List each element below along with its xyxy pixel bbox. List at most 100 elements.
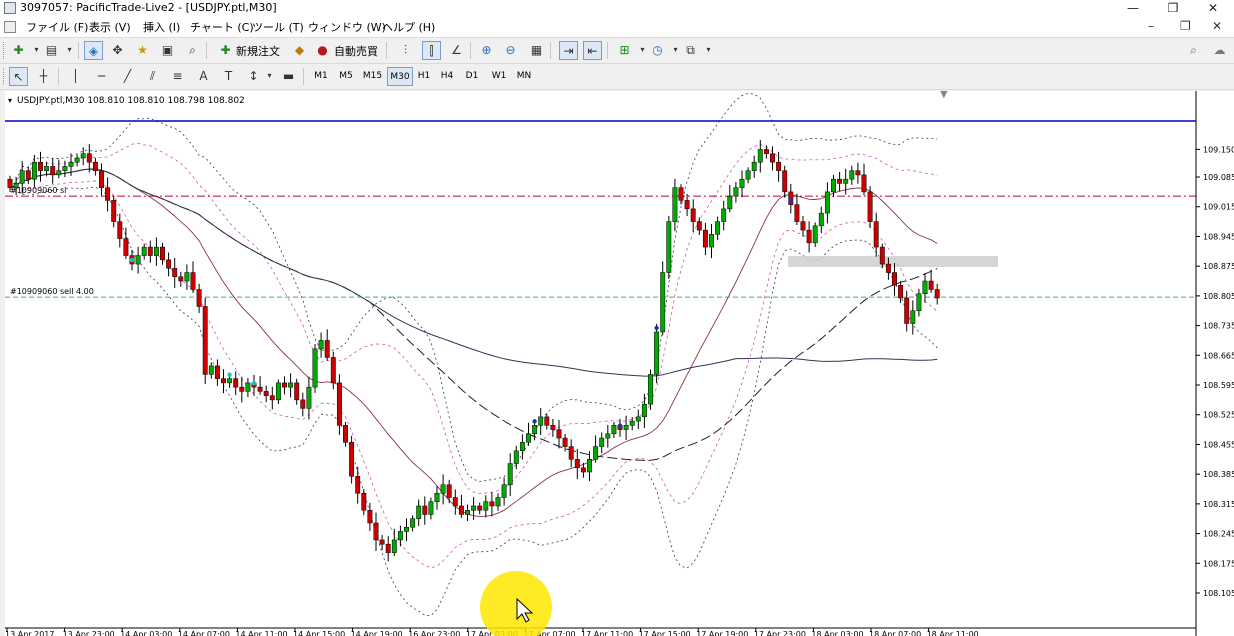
candle-body <box>239 386 245 392</box>
candle-body <box>776 161 782 171</box>
candle-body <box>458 505 464 515</box>
minimize-button[interactable]: — <box>1118 0 1148 17</box>
crosshair-icon[interactable]: ┼ <box>34 67 53 86</box>
timeframe-w1[interactable]: W1 <box>489 67 509 86</box>
rectangle-icon[interactable]: ▬ <box>279 67 298 86</box>
candle-body <box>44 166 50 171</box>
chart-shift-icon[interactable]: ⇤ <box>583 41 602 60</box>
menu-view[interactable]: 表示 (V) <box>89 19 131 35</box>
candle-body <box>861 174 867 193</box>
candle-body <box>385 543 391 553</box>
candle-body <box>282 382 287 388</box>
timeframe-m1[interactable]: M1 <box>310 67 332 86</box>
horizontal-line-icon[interactable]: ─ <box>92 67 111 86</box>
menu-tools[interactable]: ツール (T) <box>252 19 304 35</box>
new-order-icon[interactable]: ✚ <box>216 41 235 60</box>
close-button[interactable]: ✕ <box>1198 0 1228 17</box>
menu-file[interactable]: ファイル (F) <box>26 19 88 35</box>
zoom-in-icon[interactable]: ⊕ <box>477 41 496 60</box>
candle-body <box>440 484 446 494</box>
candle-body <box>99 170 104 188</box>
candle-body <box>141 246 147 256</box>
zoom-out-icon[interactable]: ⊖ <box>501 41 520 60</box>
chat-icon[interactable]: ☁ <box>1210 41 1229 60</box>
price-tick-label: 108.735 <box>1203 322 1234 331</box>
terminal-icon[interactable]: ▣ <box>158 41 177 60</box>
candle-body <box>623 425 629 430</box>
market-watch-icon[interactable]: ◈ <box>84 41 103 60</box>
window-title: 3097057: PacificTrade-Live2 - [USDJPY.pt… <box>20 1 277 14</box>
candle-body <box>428 501 434 515</box>
cursor-icon[interactable]: ↖ <box>9 67 28 86</box>
menu-insert[interactable]: 挿入 (I) <box>143 19 180 35</box>
new-order-button[interactable]: 新規注文 <box>236 43 280 59</box>
mdi-close-button[interactable]: ✕ <box>1212 19 1222 33</box>
timeframe-m5[interactable]: M5 <box>335 67 357 86</box>
candle-body <box>892 272 897 286</box>
mdi-minimize-button[interactable]: – <box>1148 19 1154 33</box>
menu-help[interactable]: ヘルプ (H) <box>382 19 435 35</box>
trendline-icon[interactable]: ╱ <box>118 67 137 86</box>
candle-body <box>934 289 940 299</box>
candle-body <box>410 518 416 528</box>
line-chart-icon[interactable]: ∠ <box>447 41 466 60</box>
price-tick-label: 108.455 <box>1203 440 1234 449</box>
timeframe-mn[interactable]: MN <box>513 67 535 86</box>
auto-trading-button[interactable]: 自動売買 <box>334 43 378 59</box>
candle-body <box>824 191 830 214</box>
profiles-icon[interactable]: ▤ <box>42 41 61 60</box>
order-lines: 109.217#10909060 sl#10909060 sell 4.0010… <box>5 115 1234 304</box>
candle-body <box>123 238 129 256</box>
timeframe-m30[interactable]: M30 <box>387 67 413 86</box>
fibonacci-icon[interactable]: ≡ <box>168 67 187 86</box>
candle-body <box>202 306 208 375</box>
candle-body <box>263 391 269 396</box>
time-tick-label: 18 Apr 11:00 <box>927 630 979 636</box>
candle-body <box>367 509 373 524</box>
vertical-line-icon[interactable]: │ <box>66 67 85 86</box>
candle-body <box>391 539 397 553</box>
text-icon[interactable]: A <box>194 67 213 86</box>
timeframe-h1[interactable]: H1 <box>415 67 433 86</box>
restore-button[interactable]: ❐ <box>1158 0 1188 17</box>
menu-window[interactable]: ウィンドウ (W) <box>308 19 386 35</box>
candle-body <box>160 246 165 261</box>
metaeditor-icon[interactable]: ◆ <box>290 41 309 60</box>
candle-body <box>31 161 37 180</box>
candle-body <box>709 234 714 248</box>
channel-icon[interactable]: ⫽ <box>143 67 162 86</box>
menu-chart[interactable]: チャート (C) <box>190 19 254 35</box>
new-chart-icon[interactable]: ✚ <box>9 41 28 60</box>
navigator-icon[interactable]: ✥ <box>108 41 127 60</box>
price-chart[interactable]: 109.217#10909060 sl#10909060 sell 4.0010… <box>5 91 1234 636</box>
chart-window[interactable]: 109.217#10909060 sl#10909060 sell 4.0010… <box>5 91 1234 636</box>
timeframe-h4[interactable]: H4 <box>438 67 456 86</box>
indicators-icon[interactable]: ⊞ <box>615 41 634 60</box>
candlestick-icon[interactable]: ⫿ <box>422 41 441 60</box>
dropdown-arrow-icon[interactable]: ▾ <box>60 41 79 60</box>
dropdown-arrow-icon[interactable]: ▾ <box>699 41 718 60</box>
candle-body <box>757 149 763 163</box>
bar-chart-icon[interactable]: ⫶ <box>396 41 415 60</box>
strategy-tester-icon[interactable]: ⌕ <box>183 41 202 60</box>
tile-windows-icon[interactable]: ▦ <box>527 41 546 60</box>
timeframe-m15[interactable]: M15 <box>359 67 386 86</box>
search-icon[interactable]: ⌕ <box>1184 41 1203 60</box>
dropdown-arrow-icon[interactable]: ▾ <box>260 67 279 86</box>
favorites-star-icon[interactable]: ★ <box>133 41 152 60</box>
auto-scroll-icon[interactable]: ⇥ <box>559 41 578 60</box>
auto-trading-icon[interactable]: ● <box>313 41 332 60</box>
templates-icon[interactable]: ⧉ <box>681 41 700 60</box>
mdi-restore-button[interactable]: ❐ <box>1180 19 1191 33</box>
candle-body <box>800 221 806 231</box>
chart-window-icon[interactable] <box>4 21 16 33</box>
candle-body <box>501 484 507 498</box>
timeframe-d1[interactable]: D1 <box>463 67 481 86</box>
candle-body <box>928 280 934 290</box>
candle-body <box>574 459 580 469</box>
candle-body <box>178 276 184 282</box>
periods-clock-icon[interactable]: ◷ <box>648 41 667 60</box>
text-label-icon[interactable]: T <box>219 67 238 86</box>
candle-body <box>837 178 843 184</box>
signal-marker <box>129 257 135 263</box>
